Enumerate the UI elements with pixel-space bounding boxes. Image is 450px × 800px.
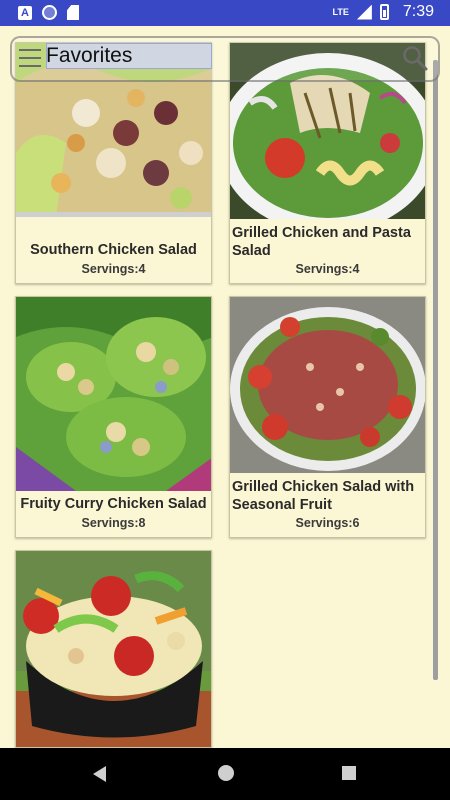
recipe-servings: Servings:8 (81, 516, 146, 530)
battery-icon (379, 4, 389, 20)
tortellini-salad-bowl-image (16, 551, 211, 747)
recipe-servings: Servings:4 (295, 262, 360, 276)
recent-apps-icon[interactable] (342, 766, 356, 780)
signal-icon (356, 4, 372, 20)
recipe-servings: Servings:4 (81, 262, 146, 276)
curry-chicken-lettuce-cups-image (16, 297, 211, 491)
recipe-card[interactable] (15, 550, 212, 748)
scrollbar[interactable] (433, 60, 438, 680)
recipe-title: Southern Chicken Salad (30, 242, 197, 258)
recipe-servings: Servings:6 (295, 516, 360, 530)
sd-card-icon (67, 5, 79, 20)
home-icon[interactable] (218, 765, 234, 781)
recipe-title: Grilled Chicken and Pasta Salad (232, 225, 411, 259)
hamburger-menu-icon[interactable] (19, 49, 41, 67)
clock: 7:39 (402, 3, 434, 20)
search-icon[interactable] (402, 45, 428, 71)
recipe-title: Grilled Chicken Salad with Seasonal Frui… (232, 479, 415, 513)
recipe-card[interactable]: Grilled Chicken Salad with Seasonal Frui… (229, 296, 426, 538)
recipe-card[interactable]: Fruity Curry Chicken Salad Servings:8 (15, 296, 212, 538)
status-bar: A LTE 7:39 (0, 0, 450, 26)
navigation-bar (0, 748, 450, 800)
network-type: LTE (332, 7, 349, 17)
circle-icon (42, 5, 57, 20)
a-app-icon: A (18, 5, 32, 20)
seasonal-fruit-salad-plate-image (230, 297, 425, 473)
app-bar: Favorites (10, 36, 440, 82)
recipe-title: Fruity Curry Chicken Salad (20, 496, 207, 512)
back-icon[interactable] (93, 766, 106, 782)
page-title: Favorites (46, 44, 133, 67)
